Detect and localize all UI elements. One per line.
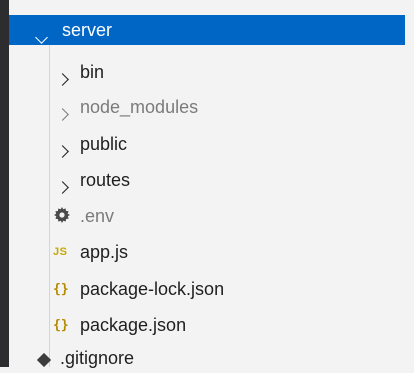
folder-label: bin (80, 61, 105, 82)
file-app-js[interactable]: JS app.js (9, 234, 405, 270)
file-label: app.js (80, 241, 129, 262)
file-label: .env (80, 205, 115, 226)
file-label: package-lock.json (80, 278, 225, 299)
folder-label: node_modules (80, 96, 199, 117)
window-edge (0, 0, 9, 367)
folder-label: routes (80, 169, 131, 190)
file-label: .gitignore (60, 347, 135, 368)
folder-label: server (62, 19, 113, 40)
chevron-down-icon (35, 31, 48, 44)
folder-label: public (80, 133, 128, 154)
git-icon (36, 351, 52, 372)
file-gitignore[interactable]: .gitignore (9, 343, 405, 373)
json-file-icon: {} (53, 317, 69, 333)
js-file-icon: JS (53, 246, 68, 258)
file-env[interactable]: .env (9, 198, 405, 234)
file-label: package.json (80, 314, 187, 335)
folder-server[interactable]: server (9, 15, 405, 45)
folder-public[interactable]: public (9, 126, 405, 162)
file-package-json[interactable]: {} package.json (9, 307, 405, 343)
chevron-right-icon (56, 181, 69, 194)
gear-icon (54, 207, 70, 228)
file-package-lock-json[interactable]: {} package-lock.json (9, 271, 405, 307)
folder-routes[interactable]: routes (9, 162, 405, 198)
file-explorer-tree: server bin node_modules public routes .e… (9, 0, 414, 368)
folder-node-modules[interactable]: node_modules (9, 89, 405, 125)
chevron-right-icon (56, 145, 69, 158)
json-file-icon: {} (53, 281, 69, 297)
chevron-right-icon (56, 73, 69, 86)
chevron-right-icon (56, 108, 69, 121)
folder-bin[interactable]: bin (9, 54, 405, 90)
